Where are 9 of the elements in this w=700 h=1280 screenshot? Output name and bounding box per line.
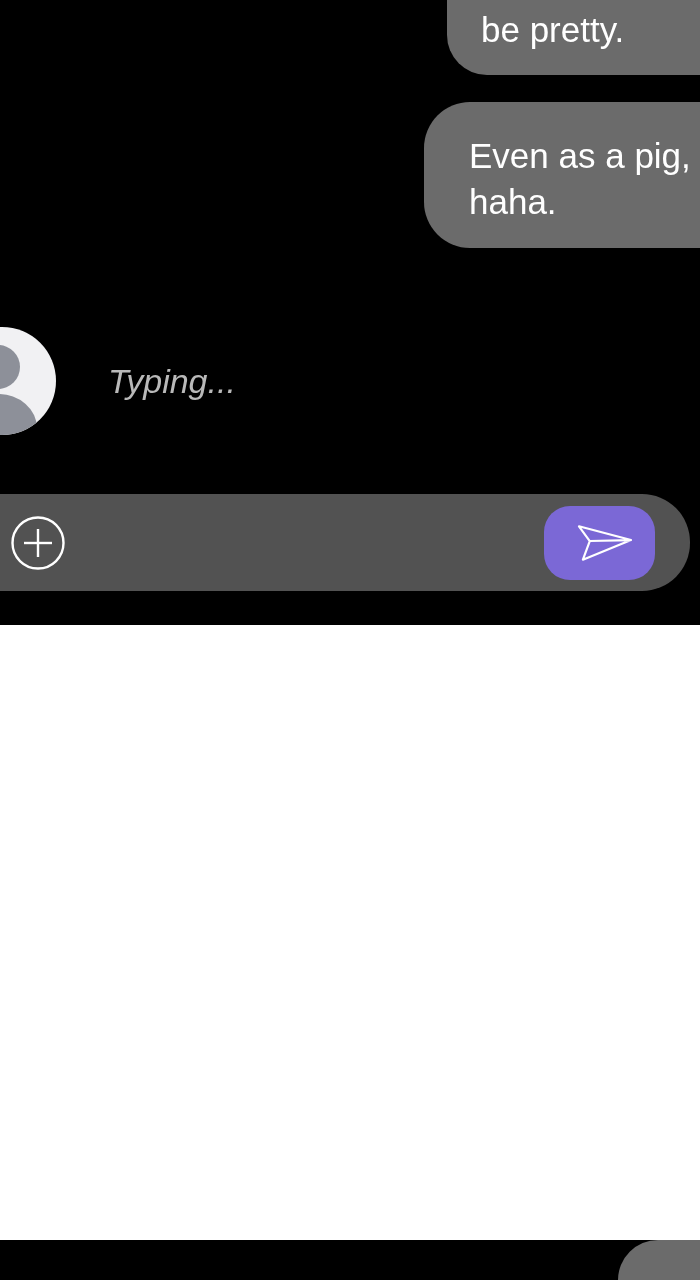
send-button[interactable] [544,505,655,580]
add-button[interactable] [11,515,65,570]
plus-icon [11,515,65,570]
typing-indicator: Typing... [108,361,236,402]
message-text: be pretty. [481,9,626,51]
send-icon [576,522,633,563]
avatar-icon [0,327,56,435]
message-text: Even as a pig, haha. [469,135,692,223]
message-input-field[interactable] [0,494,690,591]
